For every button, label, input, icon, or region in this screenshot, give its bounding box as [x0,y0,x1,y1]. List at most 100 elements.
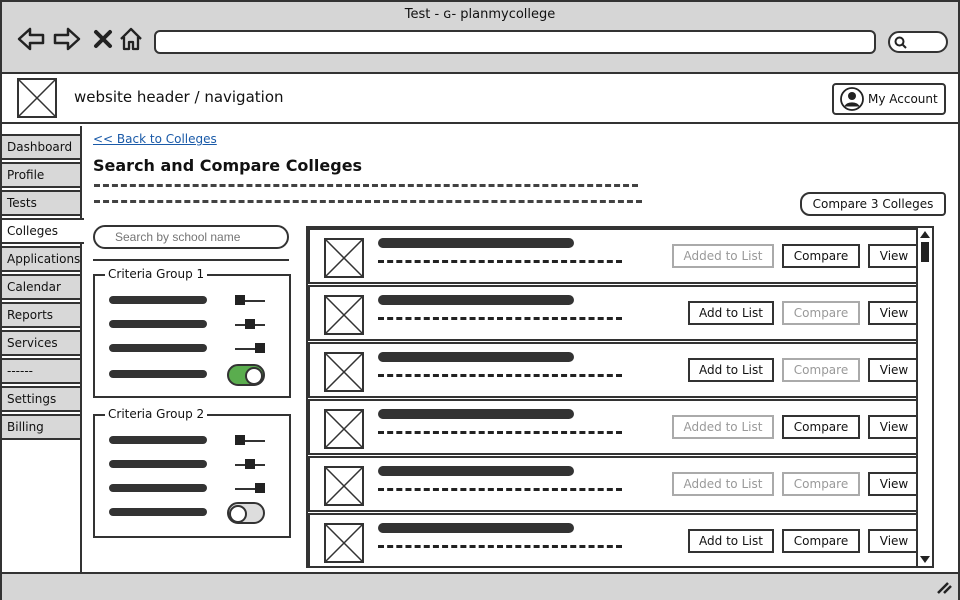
sidebar-item-colleges[interactable]: Colleges [2,218,84,244]
scroll-thumb[interactable] [921,242,929,262]
sidebar-item-tests[interactable]: Tests [2,190,82,216]
criteria-group-1: Criteria Group 1 [93,267,291,398]
sidebar-item-profile[interactable]: Profile [2,162,82,188]
college-image-placeholder[interactable] [324,466,364,506]
slider-thumb[interactable] [245,319,255,329]
criterion-slider[interactable] [235,295,265,305]
view-button[interactable]: View [868,358,920,382]
add-to-list-button[interactable]: Add to List [688,358,774,382]
back-arrow-icon[interactable] [16,24,46,54]
college-details [378,545,622,548]
college-name[interactable] [378,352,574,362]
address-bar[interactable] [154,30,876,54]
sidebar-item-applications[interactable]: Applications [2,246,82,272]
toggle-knob [229,505,247,523]
criterion-slider[interactable] [235,459,265,469]
sidebar-item-settings[interactable]: Settings [2,386,82,412]
sidebar-item-dashboard[interactable]: Dashboard [2,134,82,160]
criterion-row [109,314,279,336]
college-row: Add to List Compare View [308,513,932,566]
view-button[interactable]: View [868,244,920,268]
add-to-list-button[interactable]: Added to List [672,472,774,496]
home-icon[interactable] [116,24,146,54]
criterion-label [109,370,207,378]
compare-button[interactable]: Compare [782,529,860,553]
add-to-list-button[interactable]: Add to List [688,301,774,325]
back-to-colleges-link[interactable]: << Back to Colleges [93,132,217,146]
filter-divider [93,259,289,261]
sidebar: Dashboard Profile Tests Colleges Applica… [2,126,84,572]
criterion-slider[interactable] [235,319,265,329]
compare-button[interactable]: Compare [782,244,860,268]
college-name[interactable] [378,523,574,533]
slider-thumb[interactable] [235,435,245,445]
view-button[interactable]: View [868,529,920,553]
college-details [378,317,622,320]
results-scrollbar[interactable] [916,228,932,566]
college-row: Add to List Compare View [308,342,932,398]
compare-colleges-button[interactable]: Compare 3 Colleges [800,192,946,216]
criterion-toggle-off[interactable] [227,502,265,524]
slider-thumb[interactable] [235,295,245,305]
slider-thumb[interactable] [255,483,265,493]
compare-button[interactable]: Compare [782,415,860,439]
scroll-up-icon[interactable] [920,231,930,238]
college-details [378,488,622,491]
criterion-row [109,502,279,524]
sidebar-item-calendar[interactable]: Calendar [2,274,82,300]
criterion-row [109,290,279,312]
criterion-slider[interactable] [235,435,265,445]
criterion-slider[interactable] [235,343,265,353]
college-name[interactable] [378,409,574,419]
add-to-list-button[interactable]: Add to List [688,529,774,553]
college-details [378,374,622,377]
slider-thumb[interactable] [255,343,265,353]
main-content: << Back to Colleges Search and Compare C… [82,126,958,572]
college-name[interactable] [378,466,574,476]
criterion-row [109,454,279,476]
search-icon [894,36,907,49]
view-button[interactable]: View [868,472,920,496]
forward-arrow-icon[interactable] [52,24,82,54]
sidebar-item-services[interactable]: Services [2,330,82,356]
college-image-placeholder[interactable] [324,409,364,449]
college-details [378,431,622,434]
view-button[interactable]: View [868,301,920,325]
slider-thumb[interactable] [245,459,255,469]
add-to-list-button[interactable]: Added to List [672,244,774,268]
description-text-line [94,200,642,206]
add-to-list-button[interactable]: Added to List [672,415,774,439]
college-image-placeholder[interactable] [324,238,364,278]
browser-title-bar: Test - ɢ- planmycollege [2,2,958,74]
college-name[interactable] [378,238,574,248]
school-search-input[interactable] [93,225,289,249]
sidebar-item-billing[interactable]: Billing [2,414,82,440]
college-row: Add to List Compare View [308,285,932,341]
college-image-placeholder[interactable] [324,523,364,563]
criterion-label [109,320,207,328]
criterion-label [109,484,207,492]
browser-search-box[interactable] [888,31,948,53]
view-button[interactable]: View [868,415,920,439]
status-bar [2,572,958,600]
close-x-icon[interactable] [88,24,118,54]
sidebar-item-reports[interactable]: Reports [2,302,82,328]
my-account-button[interactable]: My Account [832,83,946,115]
compare-button[interactable]: Compare [782,358,860,382]
college-name[interactable] [378,295,574,305]
criterion-slider[interactable] [235,483,265,493]
logo-placeholder[interactable] [17,78,57,118]
criterion-row [109,430,279,452]
page-title: Search and Compare Colleges [93,156,363,175]
college-image-placeholder[interactable] [324,352,364,392]
criterion-toggle-on[interactable] [227,364,265,386]
college-row: Added to List Compare View [308,399,932,455]
resize-grip-icon[interactable] [936,580,952,594]
user-avatar-icon [840,87,864,111]
my-account-label: My Account [868,92,938,106]
compare-button[interactable]: Compare [782,301,860,325]
college-image-placeholder[interactable] [324,295,364,335]
criterion-row [109,478,279,500]
scroll-down-icon[interactable] [920,556,930,563]
compare-button[interactable]: Compare [782,472,860,496]
